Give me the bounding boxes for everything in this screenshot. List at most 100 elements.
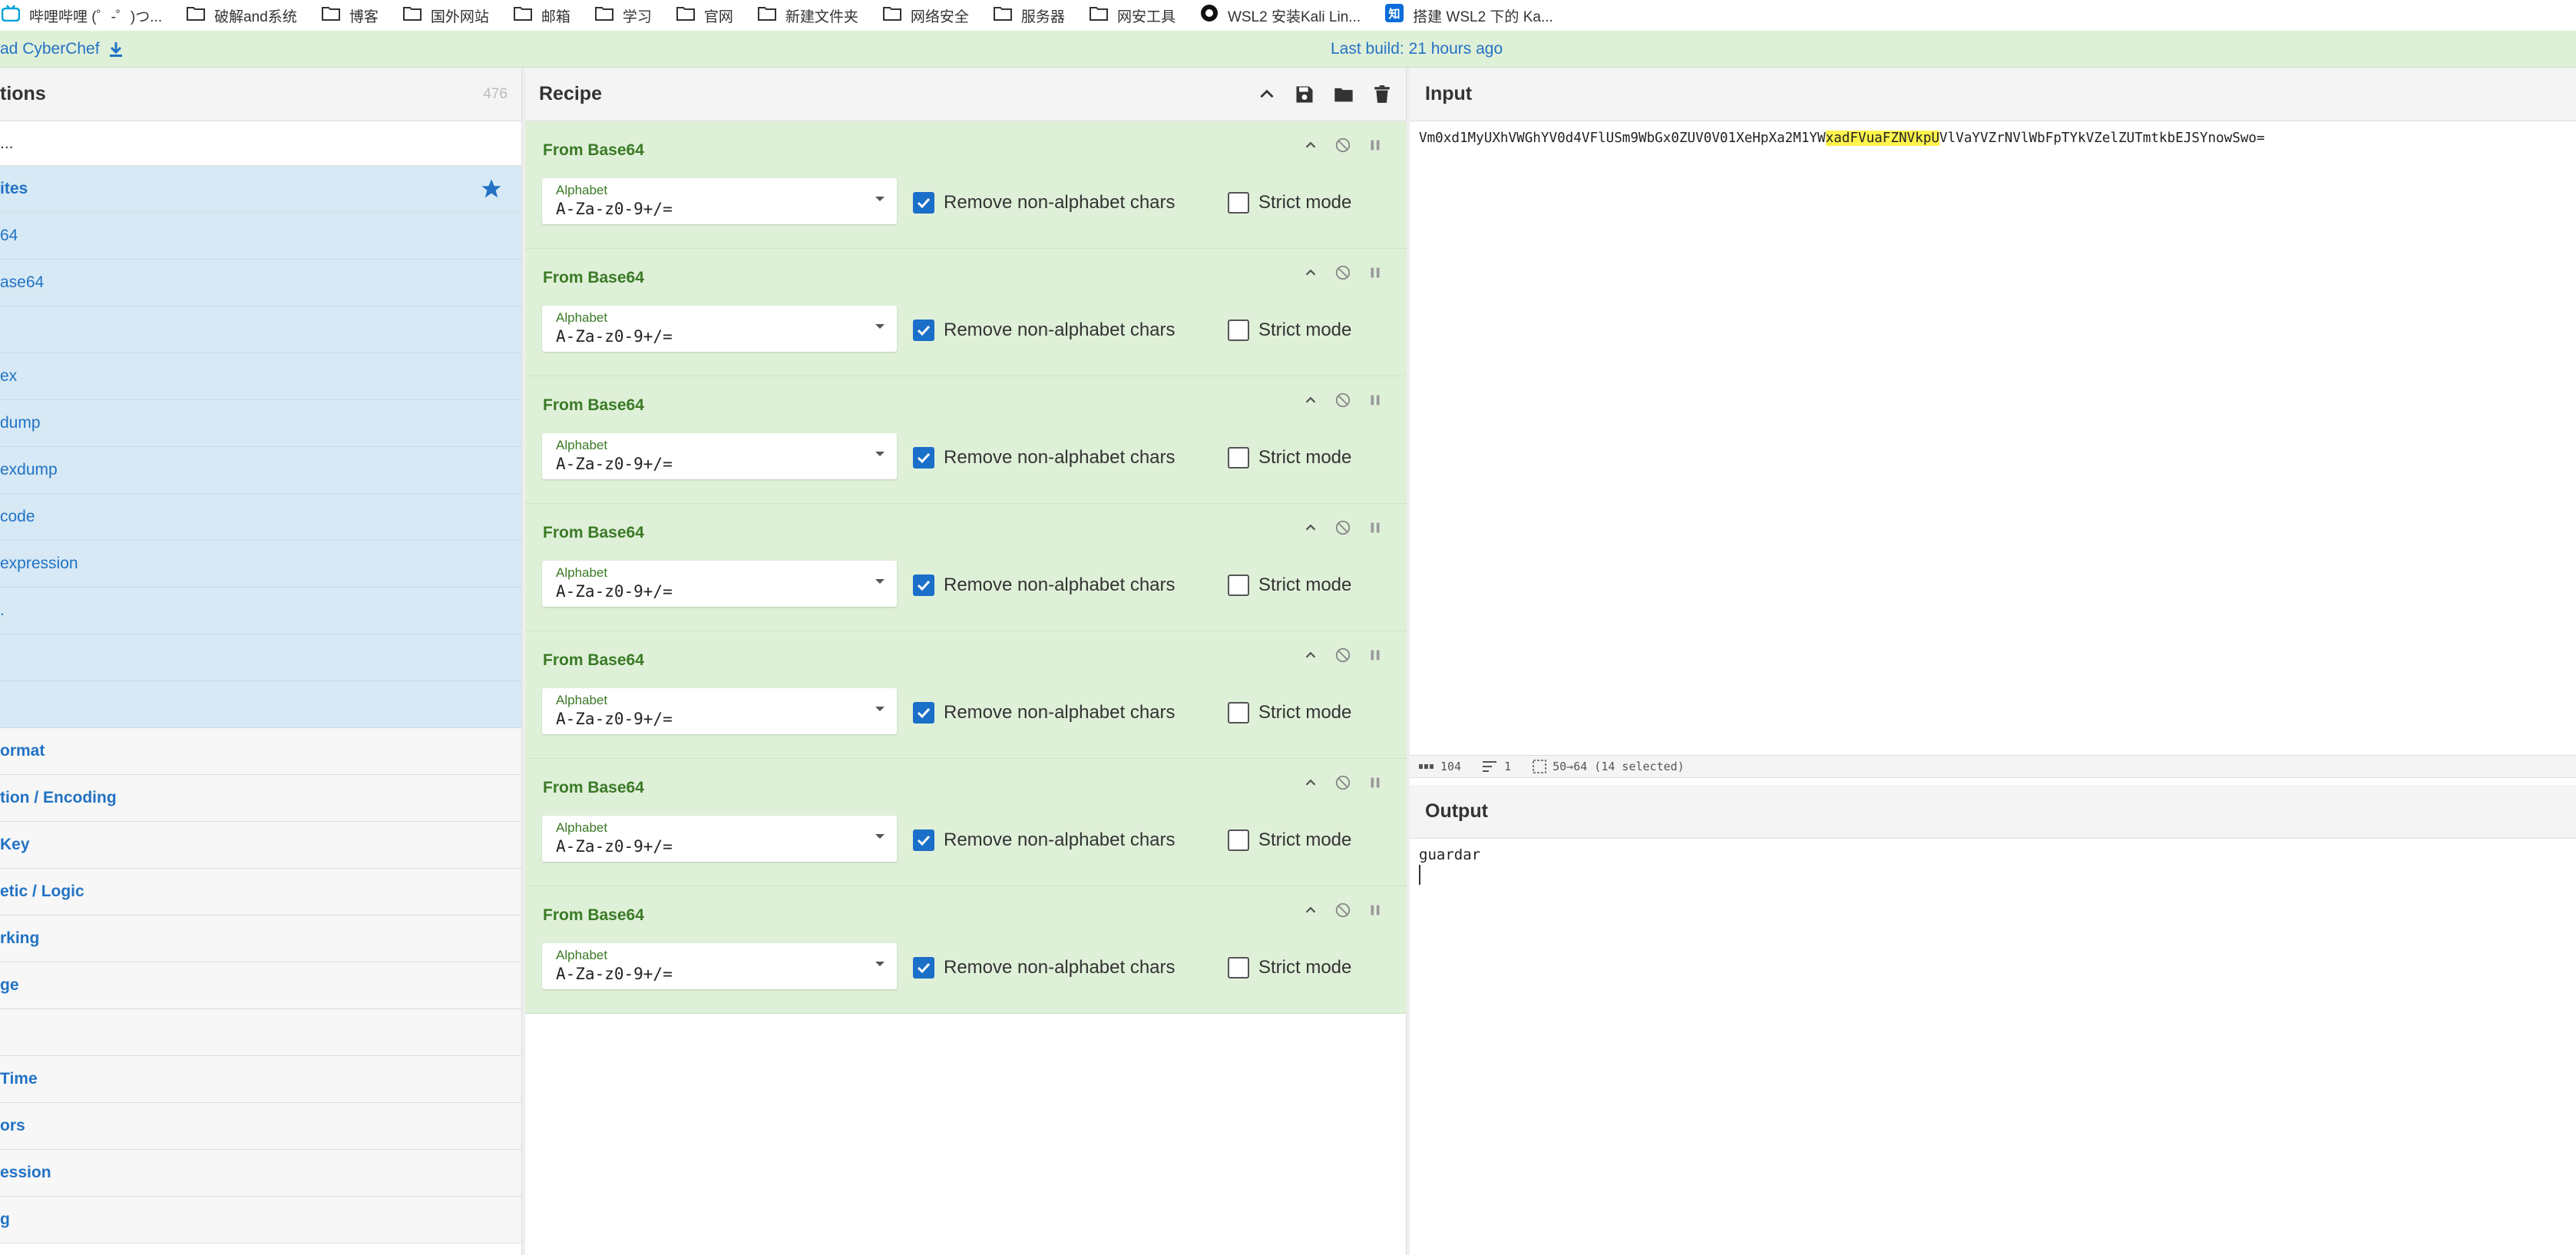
operation-category[interactable] [0,1009,521,1056]
bookmark-item[interactable]: 知搭建 WSL2 下的 Ka... [1385,0,1553,31]
operation-category[interactable]: Time [0,1056,521,1103]
breakpoint-icon[interactable] [1367,137,1384,154]
breakpoint-icon[interactable] [1367,392,1384,409]
remove-non-alphabet-checkbox[interactable]: Remove non-alphabet chars [913,575,1176,596]
input-textarea[interactable]: Vm0xd1MyUXhVWGhYV0d4VFlUSm9WbGx0ZUV0V01X… [1419,131,2265,146]
disable-step-icon[interactable] [1334,264,1351,281]
collapse-step-icon[interactable] [1302,774,1319,791]
bookmark-item[interactable]: 邮箱 [513,0,570,31]
alphabet-select[interactable]: Alphabet A-Za-z0-9+/= [542,178,897,224]
operation-category[interactable]: ormat [0,728,521,775]
remove-non-alphabet-checkbox[interactable]: Remove non-alphabet chars [913,702,1176,724]
alphabet-select[interactable]: Alphabet A-Za-z0-9+/= [542,561,897,607]
output-text[interactable]: guardar [1419,846,1480,863]
breakpoint-icon[interactable] [1367,902,1384,919]
bookmark-item[interactable]: 服务器 [993,0,1065,31]
breakpoint-icon[interactable] [1367,647,1384,664]
checkbox-unchecked-icon[interactable] [1228,320,1249,341]
checkbox-unchecked-icon[interactable] [1228,829,1249,851]
remove-non-alphabet-checkbox[interactable]: Remove non-alphabet chars [913,447,1176,469]
breakpoint-icon[interactable] [1367,774,1384,791]
bookmark-item[interactable]: 新建文件夹 [757,0,858,31]
collapse-step-icon[interactable] [1302,519,1319,536]
favourite-operation[interactable] [0,634,521,681]
checkbox-checked-icon[interactable] [913,575,934,596]
bookmark-item[interactable]: 网安工具 [1089,0,1176,31]
breakpoint-icon[interactable] [1367,519,1384,536]
checkbox-checked-icon[interactable] [913,702,934,724]
operation-category[interactable]: ors [0,1103,521,1150]
alphabet-select[interactable]: Alphabet A-Za-z0-9+/= [542,688,897,734]
recipe-step-from-base64[interactable]: From Base64 Alphabet A-Za-z0-9+/= Remove no… [525,504,1407,631]
disable-step-icon[interactable] [1334,647,1351,664]
remove-non-alphabet-checkbox[interactable]: Remove non-alphabet chars [913,829,1176,851]
download-cyberchef-link[interactable]: ad CyberChef [0,31,124,68]
checkbox-unchecked-icon[interactable] [1228,957,1249,979]
alphabet-select[interactable]: Alphabet A-Za-z0-9+/= [542,816,897,862]
favourite-operation[interactable] [0,306,521,353]
strict-mode-checkbox[interactable]: Strict mode [1228,320,1351,341]
checkbox-unchecked-icon[interactable] [1228,192,1249,214]
bookmark-item[interactable]: 破解and系统 [187,0,297,31]
collapse-step-icon[interactable] [1302,264,1319,281]
disable-step-icon[interactable] [1334,774,1351,791]
recipe-step-from-base64[interactable]: From Base64 Alphabet A-Za-z0-9+/= Remove no… [525,631,1407,759]
operation-category[interactable]: ge [0,962,521,1009]
collapse-step-icon[interactable] [1302,902,1319,919]
save-icon[interactable] [1294,84,1315,105]
operation-category[interactable]: tion / Encoding [0,775,521,822]
favourite-operation[interactable]: dump [0,400,521,447]
star-icon[interactable] [480,177,503,200]
recipe-step-from-base64[interactable]: From Base64 Alphabet A-Za-z0-9+/= Remove no… [525,249,1407,376]
bookmark-item[interactable]: WSL2 安装Kali Lin... [1200,0,1361,31]
checkbox-checked-icon[interactable] [913,957,934,979]
alphabet-select[interactable]: Alphabet A-Za-z0-9+/= [542,433,897,479]
recipe-step-from-base64[interactable]: From Base64 Alphabet A-Za-z0-9+/= Remove no… [525,121,1407,249]
favourite-operation[interactable]: ex [0,353,521,400]
favourite-operation[interactable]: expression [0,541,521,588]
favourites-category[interactable]: ites [0,166,521,213]
favourite-operation[interactable]: . [0,588,521,634]
favourite-operation[interactable]: exdump [0,447,521,494]
checkbox-checked-icon[interactable] [913,447,934,469]
bookmark-item[interactable]: 学习 [594,0,652,31]
favourite-operation[interactable] [0,681,521,728]
alphabet-select[interactable]: Alphabet A-Za-z0-9+/= [542,306,897,352]
collapse-step-icon[interactable] [1302,137,1319,154]
bookmark-item[interactable]: 哔哩哔哩 (゜-゜)つ... [1,0,162,31]
collapse-step-icon[interactable] [1302,392,1319,409]
disable-step-icon[interactable] [1334,902,1351,919]
bookmark-item[interactable]: 国外网站 [402,0,489,31]
operations-search-input[interactable]: ... [0,121,521,166]
bookmark-item[interactable]: 网络安全 [882,0,969,31]
disable-step-icon[interactable] [1334,137,1351,154]
recipe-step-from-base64[interactable]: From Base64 Alphabet A-Za-z0-9+/= Remove no… [525,886,1407,1014]
load-folder-icon[interactable] [1332,84,1355,105]
strict-mode-checkbox[interactable]: Strict mode [1228,829,1351,851]
bookmark-item[interactable]: 官网 [676,0,733,31]
disable-step-icon[interactable] [1334,519,1351,536]
recipe-step-from-base64[interactable]: From Base64 Alphabet A-Za-z0-9+/= Remove no… [525,759,1407,886]
recipe-step-from-base64[interactable]: From Base64 Alphabet A-Za-z0-9+/= Remove no… [525,376,1407,504]
alphabet-select[interactable]: Alphabet A-Za-z0-9+/= [542,943,897,989]
strict-mode-checkbox[interactable]: Strict mode [1228,702,1351,724]
bookmark-item[interactable]: 博客 [321,0,379,31]
remove-non-alphabet-checkbox[interactable]: Remove non-alphabet chars [913,957,1176,979]
trash-icon[interactable] [1372,84,1392,105]
remove-non-alphabet-checkbox[interactable]: Remove non-alphabet chars [913,192,1176,214]
breakpoint-icon[interactable] [1367,264,1384,281]
strict-mode-checkbox[interactable]: Strict mode [1228,192,1351,214]
operation-category[interactable]: g [0,1197,521,1243]
favourite-operation[interactable]: ase64 [0,260,521,306]
favourite-operation[interactable]: code [0,494,521,541]
checkbox-checked-icon[interactable] [913,829,934,851]
operation-category[interactable]: rking [0,916,521,962]
remove-non-alphabet-checkbox[interactable]: Remove non-alphabet chars [913,320,1176,341]
operation-category[interactable]: Key [0,822,521,869]
checkbox-unchecked-icon[interactable] [1228,575,1249,596]
collapse-all-icon[interactable] [1257,84,1277,104]
disable-step-icon[interactable] [1334,392,1351,409]
favourite-operation[interactable]: 64 [0,213,521,260]
collapse-step-icon[interactable] [1302,647,1319,664]
strict-mode-checkbox[interactable]: Strict mode [1228,957,1351,979]
